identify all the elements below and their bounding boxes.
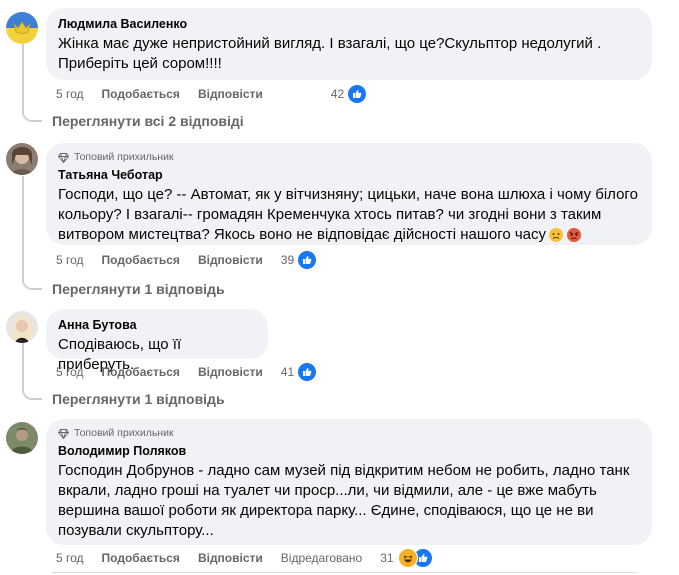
- reply-button[interactable]: Відповісти: [198, 253, 263, 267]
- view-replies-link[interactable]: Переглянути 1 відповідь: [52, 281, 225, 297]
- like-button[interactable]: Подобається: [102, 551, 180, 565]
- comment-bubble: Людмила Василенко Жінка має дуже неприст…: [46, 8, 652, 80]
- view-replies-link[interactable]: Переглянути всі 2 відповіді: [52, 113, 244, 129]
- avatar-photo-icon: [6, 143, 38, 175]
- edited-label[interactable]: Відредаговано: [281, 551, 362, 565]
- comment-actions: 5 год Подобається Відповісти Відредагова…: [56, 548, 432, 568]
- like-button[interactable]: Подобається: [102, 365, 180, 379]
- comment-author[interactable]: Людмила Василенко: [58, 16, 640, 32]
- comment-time[interactable]: 5 год: [56, 253, 84, 267]
- thread-hook: [22, 110, 42, 122]
- comment-time[interactable]: 5 год: [56, 551, 84, 565]
- reaction-count[interactable]: 39: [281, 253, 294, 267]
- reply-button[interactable]: Відповісти: [198, 87, 263, 101]
- comment-bubble: Анна Бутова Сподіваюсь, що її приберуть.: [46, 309, 268, 373]
- angry-emoji-icon: [567, 228, 581, 242]
- like-button[interactable]: Подобається: [102, 87, 180, 101]
- comment-time[interactable]: 5 год: [56, 365, 84, 379]
- reaction-count[interactable]: 42: [331, 87, 344, 101]
- comment-text: Господи, що це? -- Автомат, як у вітчизн…: [58, 186, 638, 243]
- reaction-count[interactable]: 31: [380, 551, 393, 565]
- reply-button[interactable]: Відповісти: [198, 551, 263, 565]
- top-fan-badge: Топовий прихильник: [58, 427, 640, 440]
- like-reaction-icon[interactable]: [348, 85, 367, 103]
- view-replies-link[interactable]: Переглянути 1 відповідь: [52, 391, 225, 407]
- comment-author[interactable]: Анна Бутова: [58, 317, 256, 333]
- diamond-icon: [58, 428, 69, 439]
- comment-actions: 5 год Подобається Відповісти 42: [56, 84, 367, 104]
- top-fan-badge: Топовий прихильник: [58, 151, 640, 164]
- avatar-photo-icon: [6, 422, 38, 454]
- diamond-icon: [58, 152, 69, 163]
- reaction-count[interactable]: 41: [281, 365, 294, 379]
- comment-time[interactable]: 5 год: [56, 87, 84, 101]
- comment-text: Жінка має дуже непристойний вигляд. І вз…: [58, 35, 602, 72]
- comment-author[interactable]: Володимир Поляков: [58, 443, 640, 459]
- comment-text: Господин Добрунов - ладно сам музей під …: [58, 462, 630, 539]
- like-reaction-icon[interactable]: [298, 251, 317, 269]
- comment-actions: 5 год Подобається Відповісти 39: [56, 250, 317, 270]
- avatar-ukraine-flag-icon: [6, 12, 38, 44]
- divider: [52, 572, 637, 573]
- comment-bubble: Топовий прихильник Володимир Поляков Гос…: [46, 419, 652, 545]
- avatar[interactable]: [6, 143, 38, 175]
- comment-actions: 5 год Подобається Відповісти 41: [56, 362, 317, 382]
- thread-hook: [22, 278, 42, 290]
- thread-line: [22, 176, 24, 282]
- avatar-photo-icon: [6, 311, 38, 343]
- comment-author[interactable]: Татьяна Чеботар: [58, 167, 640, 183]
- avatar[interactable]: [6, 422, 38, 454]
- reply-button[interactable]: Відповісти: [198, 365, 263, 379]
- haha-reaction-icon[interactable]: [397, 548, 418, 568]
- avatar[interactable]: [6, 311, 38, 343]
- like-button[interactable]: Подобається: [102, 253, 180, 267]
- thread-line: [22, 342, 24, 392]
- like-reaction-icon[interactable]: [298, 363, 317, 381]
- thread-line: [22, 44, 24, 114]
- comment-bubble: Топовий прихильник Татьяна Чеботар Госпо…: [46, 143, 652, 245]
- sad-emoji-icon: [549, 228, 563, 242]
- thread-hook: [22, 388, 42, 400]
- avatar[interactable]: [6, 12, 38, 44]
